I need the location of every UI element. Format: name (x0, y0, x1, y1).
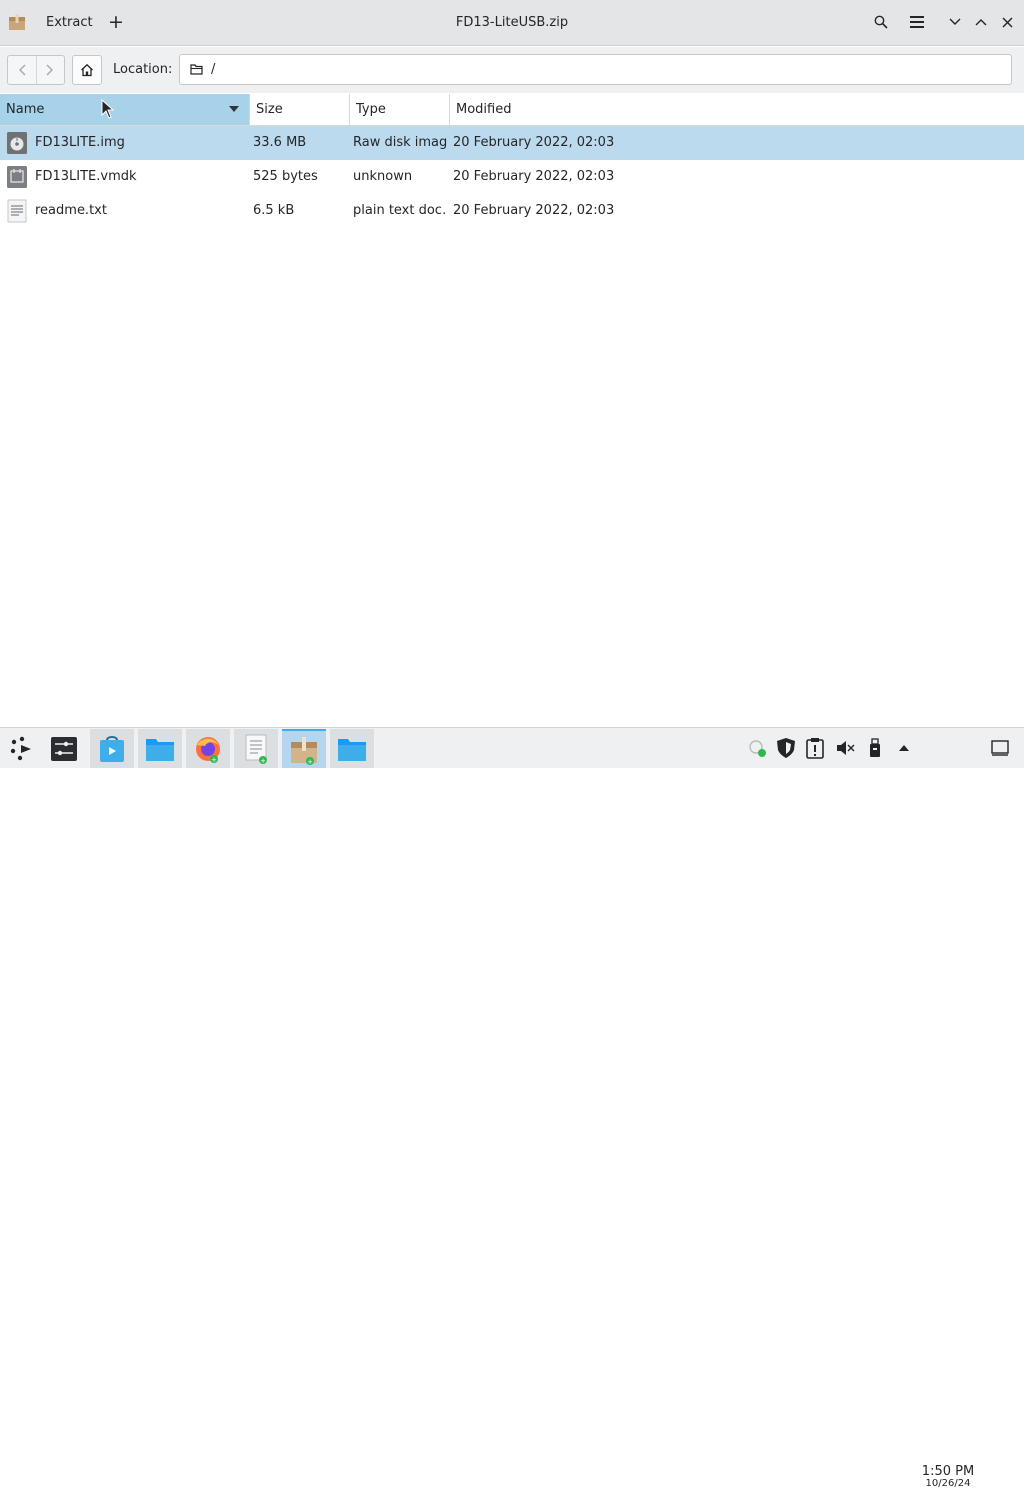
svg-text:+: + (260, 757, 266, 764)
clock-date[interactable]: 10/26/24 (921, 1478, 975, 1489)
column-header-type[interactable]: Type (350, 94, 450, 125)
mouse-cursor-icon (101, 98, 115, 123)
clipboard-alert-icon[interactable] (803, 736, 827, 760)
close-icon[interactable] (997, 12, 1017, 32)
task-discover[interactable] (90, 729, 134, 768)
task-firefox[interactable]: + (186, 729, 230, 768)
settings-panel-icon (51, 736, 77, 761)
file-type: unknown (353, 169, 413, 184)
home-icon (81, 63, 93, 77)
file-row[interactable]: FD13LITE.vmdk 525 bytes unknown 20 Febru… (0, 160, 1024, 194)
location-field[interactable]: / (179, 54, 1012, 85)
task-file-manager-2[interactable] (330, 729, 374, 768)
hamburger-menu-icon[interactable] (907, 12, 927, 32)
add-files-button[interactable]: + (106, 12, 126, 32)
launcher-icon (10, 736, 31, 760)
usb-device-icon[interactable] (863, 736, 887, 760)
navigation-buttons (7, 55, 65, 85)
column-header-size[interactable]: Size (250, 94, 350, 125)
svg-text:+: + (307, 758, 313, 765)
forward-button[interactable] (35, 56, 64, 84)
column-header-name-label: Name (6, 102, 45, 117)
folder-icon (338, 738, 366, 761)
column-header-modified[interactable]: Modified (450, 94, 1024, 125)
back-button[interactable] (8, 56, 36, 84)
file-modified: 20 February 2022, 02:03 (453, 169, 615, 184)
column-header: Name Size Type Modified (0, 94, 1024, 126)
clock-time[interactable]: 1:50 PM (921, 1464, 975, 1479)
unknown-file-icon (6, 165, 28, 189)
file-type: plain text doc… (353, 203, 447, 218)
minimize-icon[interactable] (945, 12, 965, 32)
tray-expand-icon[interactable] (892, 736, 916, 760)
title-bar: Extract + FD13-LiteUSB.zip (0, 0, 1024, 46)
file-name: FD13LITE.vmdk (35, 169, 137, 184)
column-header-name[interactable]: Name (0, 94, 250, 125)
store-icon (100, 735, 124, 762)
show-desktop-icon[interactable] (988, 736, 1012, 760)
text-file-icon (6, 199, 28, 223)
sort-descending-icon (229, 106, 239, 112)
security-shield-icon[interactable] (774, 736, 798, 760)
document-icon: + (245, 734, 267, 764)
disk-image-icon (6, 131, 28, 155)
task-ark[interactable]: + (282, 729, 326, 768)
folder-icon (190, 63, 203, 79)
svg-text:+: + (211, 756, 217, 764)
archive-app-icon (8, 13, 26, 31)
file-name: readme.txt (35, 203, 107, 218)
file-name: FD13LITE.img (35, 135, 125, 150)
home-button[interactable] (72, 55, 102, 85)
file-type: Raw disk image (353, 135, 447, 150)
file-modified: 20 February 2022, 02:03 (453, 135, 615, 150)
task-file-manager[interactable] (138, 729, 182, 768)
search-icon[interactable] (871, 12, 891, 32)
archive-icon: + (291, 736, 317, 765)
file-size: 525 bytes (253, 169, 318, 184)
file-size: 33.6 MB (253, 135, 307, 150)
task-system-settings[interactable] (42, 729, 86, 768)
maximize-icon[interactable] (971, 12, 991, 32)
extract-button[interactable]: Extract (46, 15, 93, 30)
network-status-icon[interactable] (746, 736, 770, 760)
app-launcher-button[interactable] (0, 729, 44, 768)
location-path: / (211, 62, 216, 77)
taskbar: + + + 1:50 PM 10/26/24 (0, 727, 1024, 1489)
file-row[interactable]: readme.txt 6.5 kB plain text doc… 20 Feb… (0, 194, 1024, 228)
firefox-icon: + (196, 736, 220, 764)
volume-muted-icon[interactable] (833, 736, 857, 760)
task-text-editor[interactable]: + (234, 729, 278, 768)
file-modified: 20 February 2022, 02:03 (453, 203, 615, 218)
folder-icon (146, 738, 174, 761)
location-label: Location: (113, 62, 173, 77)
file-row[interactable]: FD13LITE.img 33.6 MB Raw disk image 20 F… (0, 126, 1024, 160)
file-size: 6.5 kB (253, 203, 295, 218)
